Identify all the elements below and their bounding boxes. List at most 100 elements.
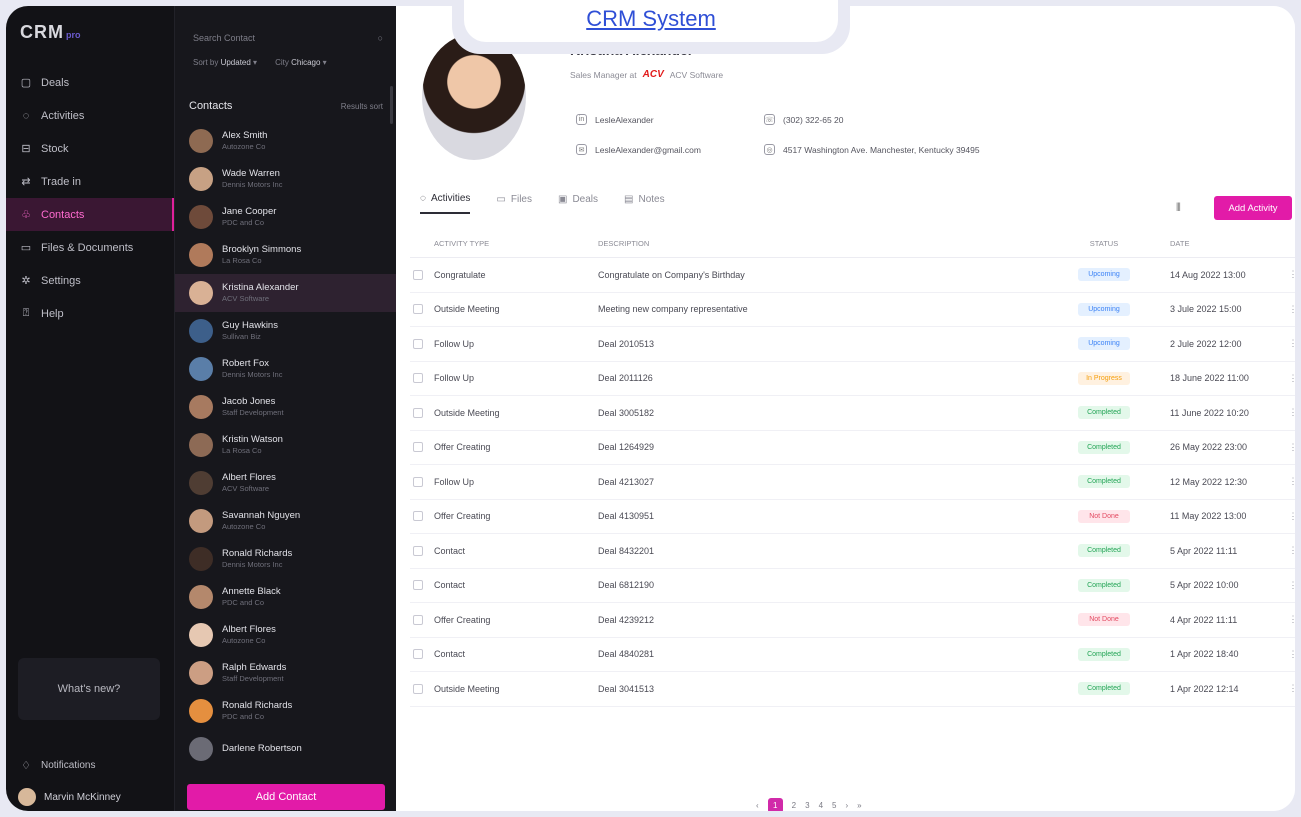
linkedin-info[interactable]: in LesleAlexander <box>576 114 654 125</box>
more-vertical-icon[interactable]: ⋮ <box>1286 407 1296 418</box>
contacts-scrollbar[interactable] <box>390 86 393 124</box>
contact-item[interactable]: Annette Black PDC and Co <box>175 578 396 616</box>
contact-item[interactable]: Kristin Watson La Rosa Co <box>175 426 396 464</box>
row-checkbox[interactable] <box>413 442 423 453</box>
phone-info[interactable]: ☏ (302) 322-65 20 <box>764 114 844 125</box>
tab-notes[interactable]: ▤ Notes <box>624 193 665 214</box>
more-vertical-icon[interactable]: ⋮ <box>1286 545 1296 556</box>
more-vertical-icon[interactable]: ⋮ <box>1286 511 1296 522</box>
calendar-icon: ▣ <box>557 194 568 205</box>
row-checkbox[interactable] <box>413 373 423 384</box>
contacts-sort[interactable]: Results sort <box>341 102 383 111</box>
table-row[interactable]: Outside Meeting Deal 3005182 Completed 11 J… <box>410 396 1295 431</box>
sort-filter[interactable]: Sort by Updated ▾ <box>193 58 257 67</box>
email-info[interactable]: ✉ LesleAlexander@gmail.com <box>576 144 701 155</box>
more-vertical-icon[interactable]: ⋮ <box>1286 269 1296 280</box>
contact-company: Autozone Co <box>222 142 266 151</box>
more-vertical-icon[interactable]: ⋮ <box>1286 683 1296 694</box>
table-row[interactable]: Offer Creating Deal 4239212 Not Done 4 Apr … <box>410 603 1295 638</box>
contact-item[interactable]: Brooklyn Simmons La Rosa Co <box>175 236 396 274</box>
page-button[interactable]: 2 <box>792 801 796 810</box>
next-page-button[interactable]: › <box>845 801 848 810</box>
sidebar-item-trade-in[interactable]: ⇄ Trade in <box>6 165 174 198</box>
contact-item[interactable]: Ronald Richards Dennis Motors Inc <box>175 540 396 578</box>
whats-new-card[interactable]: What's new? <box>18 658 160 720</box>
contact-item[interactable]: Albert Flores ACV Software <box>175 464 396 502</box>
row-checkbox[interactable] <box>413 476 423 487</box>
contact-item[interactable]: Kristina Alexander ACV Software <box>175 274 396 312</box>
contact-item[interactable]: Ronald Richards PDC and Co <box>175 692 396 730</box>
contact-item[interactable]: Darlene Robertson <box>175 730 396 768</box>
row-checkbox[interactable] <box>413 511 423 522</box>
sort-filter-label: Sort by <box>193 58 219 67</box>
row-checkbox[interactable] <box>413 338 423 349</box>
sidebar-item-files-documents[interactable]: ▭ Files & Documents <box>6 231 174 264</box>
status-cell: Completed <box>1044 647 1164 661</box>
columns-icon[interactable]: ⦀ <box>1176 202 1181 215</box>
table-row[interactable]: Follow Up Deal 4213027 Completed 12 May 202… <box>410 465 1295 500</box>
table-row[interactable]: Follow Up Deal 2011126 In Progress 18 June … <box>410 362 1296 396</box>
more-vertical-icon[interactable]: ⋮ <box>1286 338 1296 349</box>
page-button[interactable]: 4 <box>819 801 823 810</box>
contact-item[interactable]: Jacob Jones Staff Development <box>175 388 396 426</box>
table-row[interactable]: Outside Meeting Deal 3041513 Completed 1 Ap… <box>410 672 1295 707</box>
search-icon[interactable]: ○ <box>378 33 383 43</box>
table-row[interactable]: Outside Meeting Meeting new company repre… <box>410 293 1296 327</box>
more-vertical-icon[interactable]: ⋮ <box>1286 476 1296 487</box>
more-vertical-icon[interactable]: ⋮ <box>1286 614 1296 625</box>
row-checkbox[interactable] <box>413 580 423 591</box>
date-cell: 1 Apr 2022 18:40 <box>1170 649 1239 660</box>
table-row[interactable]: Contact Deal 4840281 Completed 1 Apr 2022 1… <box>410 638 1296 672</box>
row-checkbox[interactable] <box>413 683 423 694</box>
table-row[interactable]: Follow Up Deal 2010513 Upcoming 2 Jule 2022… <box>410 327 1295 362</box>
row-checkbox[interactable] <box>413 269 423 280</box>
contact-item[interactable]: Savannah Nguyen Autozone Co <box>175 502 396 540</box>
table-row[interactable]: Contact Deal 8432201 Completed 5 Apr 2022 1… <box>410 534 1295 569</box>
page-current[interactable]: 1 <box>767 798 783 811</box>
page-button[interactable]: 3 <box>805 801 809 810</box>
date-cell: 5 Apr 2022 11:11 <box>1170 545 1238 556</box>
notifications-button[interactable]: ♢ Notifications <box>20 759 95 772</box>
sidebar-item-contacts[interactable]: ♧ Contacts <box>6 198 174 231</box>
contact-search[interactable]: Search Contact ○ <box>189 28 383 48</box>
contact-item[interactable]: Jane Cooper PDC and Co <box>175 198 396 236</box>
table-row[interactable]: Offer Creating Deal 4130951 Not Done 11 May… <box>410 500 1296 534</box>
more-vertical-icon[interactable]: ⋮ <box>1286 442 1296 453</box>
contact-item[interactable]: Guy Hawkins Sullivan Biz <box>175 312 396 350</box>
city-filter[interactable]: City Chicago ▾ <box>275 58 327 67</box>
sidebar-item-stock[interactable]: ⊟ Stock <box>6 132 174 165</box>
contact-item[interactable]: Ralph Edwards Staff Development <box>175 654 396 692</box>
user-profile[interactable]: Marvin McKinney <box>18 788 121 806</box>
prev-page-button[interactable]: ‹ <box>756 801 759 810</box>
row-checkbox[interactable] <box>413 614 423 625</box>
contact-item[interactable]: Robert Fox Dennis Motors Inc <box>175 350 396 388</box>
table-row[interactable]: Congratulate Congratulate on Company's Bi… <box>410 258 1295 293</box>
sidebar-item-settings[interactable]: ✲ Settings <box>6 264 174 297</box>
contact-item[interactable]: Wade Warren Dennis Motors Inc <box>175 160 396 198</box>
tab-deals[interactable]: ▣ Deals <box>558 193 598 214</box>
more-vertical-icon[interactable]: ⋮ <box>1286 580 1296 591</box>
row-checkbox[interactable] <box>413 407 423 418</box>
add-contact-button[interactable]: Add Contact <box>187 784 385 810</box>
status-badge: Completed <box>1078 578 1130 592</box>
more-vertical-icon[interactable]: ⋮ <box>1286 373 1296 384</box>
page-button[interactable]: 5 <box>832 801 836 810</box>
contact-item[interactable]: Alex Smith Autozone Co <box>175 122 396 160</box>
linkedin-icon: in <box>576 114 587 125</box>
last-page-button[interactable]: » <box>857 801 861 810</box>
page-title[interactable]: CRM System <box>586 6 716 32</box>
add-activity-button[interactable]: Add Activity <box>1214 196 1292 220</box>
more-vertical-icon[interactable]: ⋮ <box>1286 649 1296 660</box>
sidebar-item-help[interactable]: ⍰ Help <box>6 297 174 330</box>
row-checkbox[interactable] <box>413 545 423 556</box>
sidebar-item-activities[interactable]: ◌ Activities <box>6 99 174 132</box>
row-checkbox[interactable] <box>413 304 423 315</box>
tab-files[interactable]: ▭ Files <box>496 193 532 214</box>
tab-activities[interactable]: ◌ Activities <box>420 193 471 214</box>
row-checkbox[interactable] <box>413 649 423 660</box>
more-vertical-icon[interactable]: ⋮ <box>1286 304 1296 315</box>
sidebar-item-deals[interactable]: ▢ Deals <box>6 66 174 99</box>
table-row[interactable]: Offer Creating Deal 1264929 Completed 26 Ma… <box>410 431 1296 465</box>
table-row[interactable]: Contact Deal 6812190 Completed 5 Apr 2022 1… <box>410 569 1296 603</box>
contact-item[interactable]: Albert Flores Autozone Co <box>175 616 396 654</box>
